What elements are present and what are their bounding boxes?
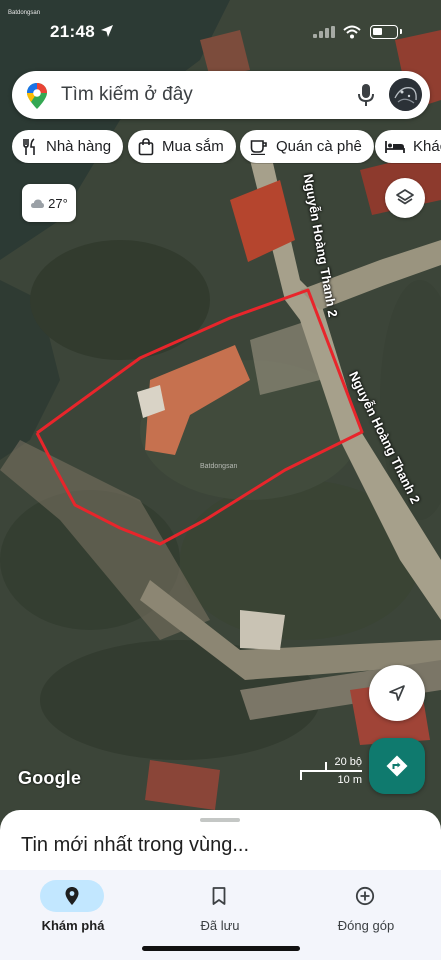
wifi-icon	[343, 25, 361, 39]
explore-pin-icon	[65, 887, 79, 905]
nav-label: Đóng góp	[337, 918, 395, 933]
avatar[interactable]	[389, 78, 422, 111]
battery-icon	[370, 25, 398, 39]
nav-tab-saved[interactable]: Đã lưu	[160, 876, 280, 936]
shopping-bag-icon	[138, 137, 154, 155]
corner-watermark: Batdongsan	[8, 10, 41, 16]
restaurant-icon	[23, 137, 35, 155]
layers-icon	[396, 189, 414, 205]
sheet-drag-handle[interactable]	[200, 818, 240, 822]
search-bar[interactable]: Tìm kiếm ở đây	[12, 71, 430, 119]
coffee-cup-icon	[250, 139, 267, 155]
bookmark-icon	[212, 887, 226, 905]
microphone-icon[interactable]	[358, 83, 374, 107]
search-input[interactable]: Tìm kiếm ở đây	[61, 84, 193, 106]
category-chips: Nhà hàng Mua sắm Quán cà phê Khác	[12, 130, 441, 164]
layers-button[interactable]	[385, 178, 425, 218]
google-logo: Google	[18, 768, 82, 788]
nav-tab-contribute[interactable]: Đóng góp	[306, 876, 426, 936]
sheet-title: Tin mới nhất trong vùng...	[21, 834, 250, 856]
cell-signal-icon	[313, 26, 335, 38]
chip-label: Quán cà phê	[276, 138, 362, 155]
chip-coffee[interactable]: Quán cà phê	[240, 130, 374, 163]
status-bar: Batdongsan 21:48	[0, 0, 441, 60]
nav-label: Khám phá	[41, 918, 105, 933]
map-scale: 20 bộ 10 m	[300, 756, 362, 788]
map-watermark: Batdongsan	[200, 463, 238, 470]
google-maps-pin-icon	[27, 83, 47, 109]
status-time: 21:48	[50, 22, 95, 41]
weather-badge[interactable]: 27°	[22, 184, 76, 222]
chip-restaurants[interactable]: Nhà hàng	[12, 130, 124, 163]
directions-button[interactable]	[369, 738, 425, 794]
scale-feet: 20 bộ	[334, 756, 362, 768]
add-circle-icon	[355, 886, 375, 906]
navigation-arrow-icon	[389, 685, 405, 701]
location-arrow-icon	[101, 25, 113, 37]
chip-more[interactable]: Khác	[375, 130, 441, 163]
scale-meters: 10 m	[337, 774, 362, 786]
directions-icon	[386, 755, 408, 777]
chip-label: Nhà hàng	[46, 138, 112, 155]
hotel-bed-icon	[385, 140, 405, 153]
nav-tab-explore[interactable]: Khám phá	[13, 876, 133, 936]
weather-temperature: 27°	[48, 195, 68, 211]
my-location-button[interactable]	[369, 665, 425, 721]
cloud-icon	[31, 199, 45, 208]
chip-label: Khác	[413, 138, 441, 155]
chip-shopping[interactable]: Mua sắm	[128, 130, 236, 163]
nav-label: Đã lưu	[200, 918, 240, 933]
chip-label: Mua sắm	[162, 138, 224, 155]
home-indicator	[142, 946, 300, 951]
